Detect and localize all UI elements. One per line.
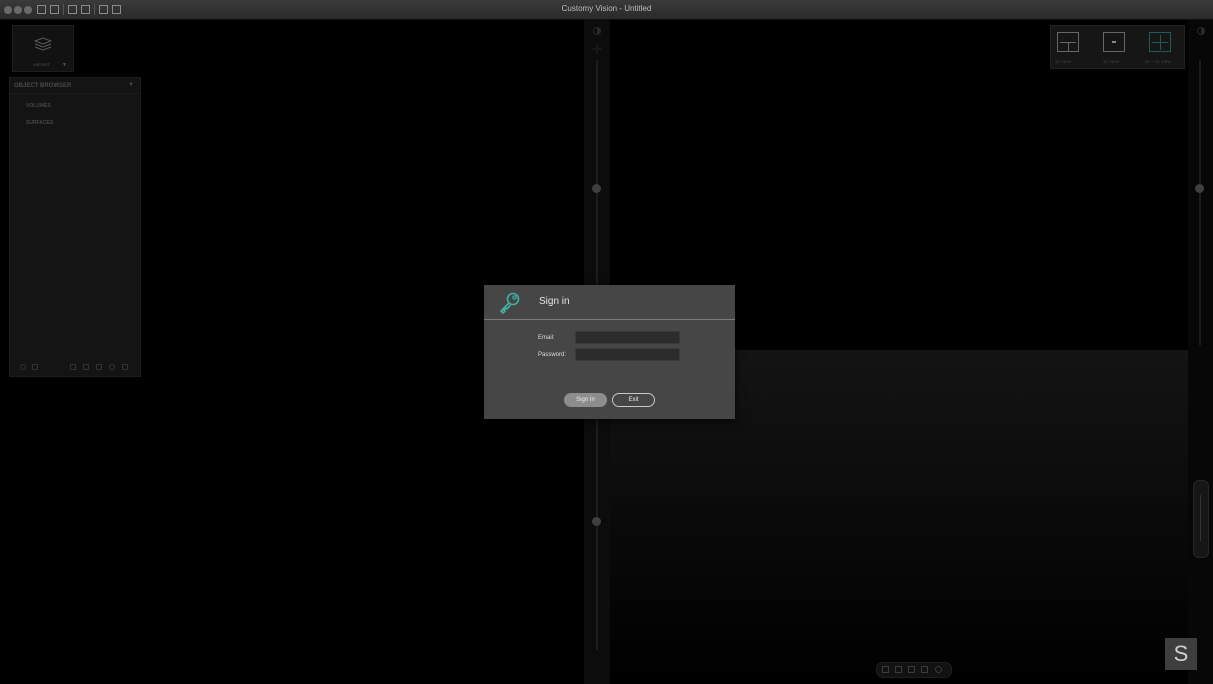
rotate-icon[interactable] (882, 666, 889, 673)
single-view-icon[interactable] (1103, 32, 1125, 52)
settings-icon[interactable] (109, 364, 115, 370)
email-field[interactable] (575, 331, 680, 344)
layers-icon (34, 37, 52, 51)
import-label: IMPORT (33, 62, 51, 67)
window-title: Customy Vision - Untitled (561, 4, 652, 13)
lower-slice-slider-handle[interactable] (592, 517, 601, 526)
view-label-combined[interactable]: 3D + 2D VIEW (1145, 59, 1171, 64)
brightness-icon (1197, 27, 1205, 35)
zoom-icon[interactable] (908, 666, 915, 673)
title-bar: Customy Vision - Untitled (0, 0, 1213, 20)
browser-toolbar (10, 364, 140, 372)
sign-in-dialog: Sign in Email: Password: Sign In Exit (484, 285, 735, 419)
object-browser-panel: OBJECT BROWSER ▼ VOLUMES SURFACES (9, 77, 141, 377)
object-browser-title: OBJECT BROWSER (14, 83, 72, 89)
move-icon[interactable] (32, 364, 38, 370)
quad-view-icon[interactable] (1057, 32, 1079, 52)
duplicate-icon[interactable] (83, 364, 89, 370)
password-field[interactable] (575, 348, 680, 361)
crosshair-icon (592, 44, 602, 54)
browser-item-surfaces[interactable]: SURFACES (26, 120, 53, 126)
viewport-toolbar (876, 662, 952, 678)
pan-icon[interactable] (895, 666, 902, 673)
view-label-3d[interactable]: 3D VIEW (1103, 59, 1119, 64)
exit-button[interactable]: Exit (612, 393, 655, 407)
dialog-title: Sign in (539, 296, 570, 307)
password-label: Password: (538, 352, 567, 358)
view-mode-panel: 2D VIEW 3D VIEW 3D + 2D VIEW (1050, 25, 1185, 69)
side-panel-tab[interactable] (1193, 480, 1209, 558)
object-browser-header[interactable]: OBJECT BROWSER ▼ (10, 78, 140, 94)
sign-in-button[interactable]: Sign In (564, 393, 607, 407)
chevron-down-icon[interactable]: ▼ (62, 62, 67, 68)
right-slider-column (1188, 20, 1213, 684)
trash-icon[interactable] (122, 364, 128, 370)
view-label-2d[interactable]: 2D VIEW (1055, 59, 1071, 64)
reset-view-icon[interactable] (935, 666, 942, 673)
combined-view-icon[interactable] (1149, 32, 1171, 52)
brightness-icon (593, 27, 601, 35)
right-slice-slider-handle[interactable] (1195, 184, 1204, 193)
folder-icon[interactable] (70, 364, 76, 370)
right-slice-slider-track[interactable] (1199, 60, 1201, 345)
key-icon (500, 292, 520, 314)
copy-icon[interactable] (96, 364, 102, 370)
chevron-down-icon[interactable]: ▼ (128, 82, 134, 88)
browser-item-volumes[interactable]: VOLUMES (26, 103, 51, 109)
eye-icon[interactable] (20, 364, 26, 370)
upper-slice-slider-handle[interactable] (592, 184, 601, 193)
camera-icon[interactable] (921, 666, 928, 673)
import-button[interactable]: IMPORT ▼ (12, 25, 74, 72)
email-label: Email: (538, 335, 555, 341)
app-logo: S (1165, 638, 1197, 670)
dialog-header: Sign in (484, 285, 735, 320)
